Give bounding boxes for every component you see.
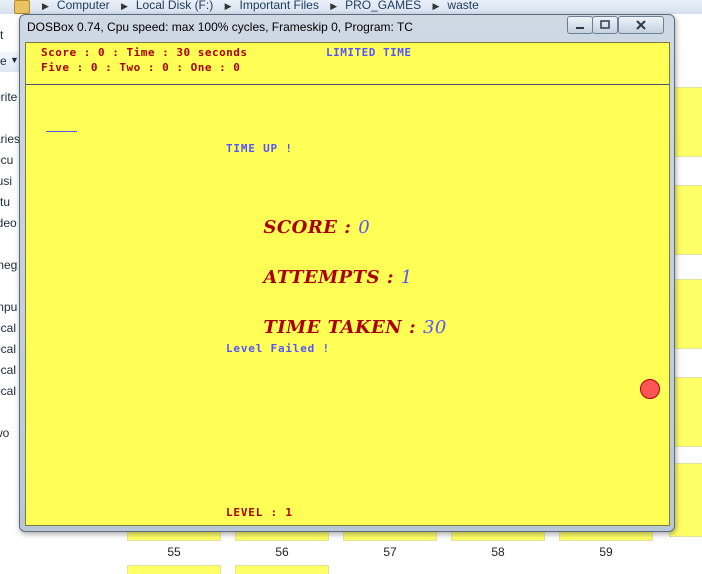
file-label[interactable]: 57: [370, 545, 410, 559]
game-mode-label: LIMITED TIME: [326, 46, 412, 59]
chevron-right-icon: ▶: [432, 1, 440, 11]
breadcrumb-pro-games[interactable]: PRO_GAMES: [345, 0, 421, 12]
toolbar-edge-label: e: [0, 54, 7, 68]
window-titlebar[interactable]: DOSBox 0.74, Cpu speed: max 100% cycles,…: [20, 15, 674, 43]
toolbar-edge-label[interactable]: t: [0, 28, 3, 42]
breadcrumb-important-files[interactable]: Important Files: [239, 0, 318, 12]
nav-item-local-disk[interactable]: ocal: [0, 321, 16, 335]
nav-item-local-disk[interactable]: ocal: [0, 384, 16, 398]
nav-item-videos[interactable]: ideo: [0, 216, 17, 230]
chevron-down-icon: ▼: [10, 55, 19, 65]
close-button[interactable]: [618, 16, 664, 34]
folder-icon: [14, 0, 30, 14]
attempts-label: ATTEMPTS :: [263, 267, 401, 288]
paddle-marker: [46, 131, 77, 132]
game-hud: Score : 0 : Time : 30 seconds Five : 0 :…: [26, 43, 669, 85]
nav-item-computer[interactable]: mpu: [0, 300, 17, 314]
nav-item-music[interactable]: lusi: [0, 174, 12, 188]
file-label[interactable]: 55: [154, 545, 194, 559]
maximize-button[interactable]: [592, 16, 618, 34]
address-bar[interactable]: ▶ Computer ▶ Local Disk (F:) ▶ Important Fi…: [0, 0, 702, 15]
breadcrumb-local-disk[interactable]: Local Disk (F:): [136, 0, 213, 12]
minimize-button[interactable]: [567, 16, 593, 34]
time-taken-label: TIME TAKEN :: [263, 317, 423, 338]
level-indicator: LEVEL : 1: [226, 506, 293, 519]
ball: [640, 379, 660, 399]
five-two-one-readout: Five : 0 : Two : 0 : One : 0: [41, 61, 241, 74]
nav-item-documents[interactable]: ocu: [0, 153, 13, 167]
nav-item-local-disk[interactable]: ocal: [0, 342, 16, 356]
nav-item-favorites[interactable]: orite: [0, 90, 17, 104]
breadcrumb: ▶ Computer ▶ Local Disk (F:) ▶ Important Fi…: [34, 0, 479, 13]
time-taken-value: 30: [422, 317, 447, 338]
score-value: 0: [358, 217, 371, 238]
score-label: SCORE :: [263, 217, 359, 238]
file-label[interactable]: 59: [586, 545, 626, 559]
file-label[interactable]: 56: [262, 545, 302, 559]
window-title: DOSBox 0.74, Cpu speed: max 100% cycles,…: [27, 20, 413, 34]
nav-item-libraries[interactable]: aries: [0, 132, 20, 146]
level-failed-message: Level Failed !: [226, 342, 330, 355]
dos-screen[interactable]: Score : 0 : Time : 30 seconds Five : 0 :…: [25, 42, 670, 526]
maximize-icon: [600, 20, 610, 29]
chevron-right-icon: ▶: [120, 1, 128, 11]
breadcrumb-computer[interactable]: Computer: [57, 0, 110, 12]
nav-item-local-disk[interactable]: ocal: [0, 363, 16, 377]
dosbox-window[interactable]: DOSBox 0.74, Cpu speed: max 100% cycles,…: [19, 14, 675, 532]
chevron-right-icon: ▶: [224, 1, 232, 11]
time-up-message: TIME UP !: [226, 142, 293, 155]
chevron-right-icon: ▶: [330, 1, 338, 11]
file-thumbnail[interactable]: [236, 566, 328, 574]
attempts-value: 1: [400, 267, 413, 288]
breadcrumb-waste[interactable]: waste: [447, 0, 478, 12]
close-icon: [636, 20, 646, 30]
file-label[interactable]: 58: [478, 545, 518, 559]
nav-item-homegroup[interactable]: meg: [0, 258, 17, 272]
file-thumbnail[interactable]: [128, 566, 220, 574]
chevron-right-icon: ▶: [42, 1, 49, 11]
nav-item-pictures[interactable]: ctu: [0, 195, 10, 209]
minimize-icon: [576, 27, 584, 29]
nav-item-network[interactable]: wo: [0, 426, 9, 440]
score-time-readout: Score : 0 : Time : 30 seconds: [41, 46, 248, 59]
